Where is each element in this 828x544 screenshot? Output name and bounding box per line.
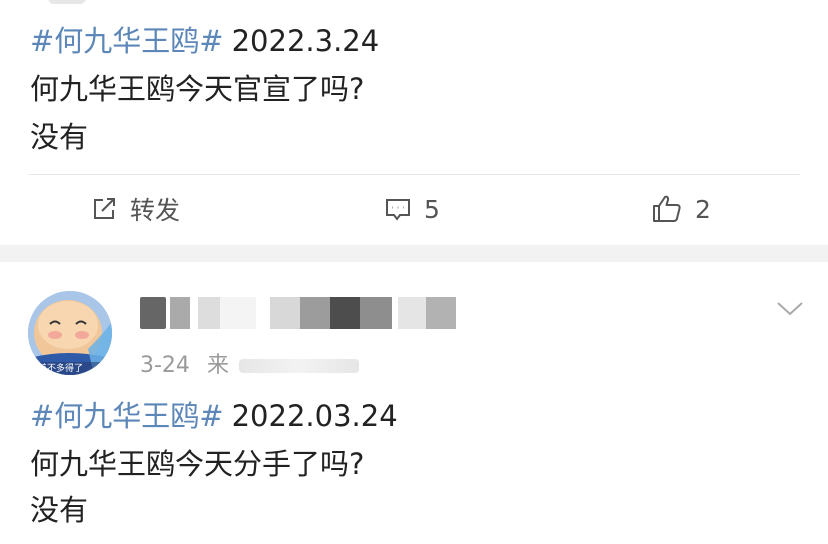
repost-button[interactable]: 转发 [90, 190, 180, 228]
post-date-text: 2022.03.24 [231, 399, 398, 433]
repost-icon [90, 195, 118, 223]
post-text-line-1: 何九华王鸥今天官宣了吗? [30, 72, 365, 106]
post-source-partial: 来 [206, 353, 229, 378]
post-hashtag-line: #何九华王鸥# 2022.03.24 [30, 398, 398, 434]
post-hashtag-line: #何九华王鸥# 2022.3.24 [30, 23, 379, 59]
post-card-2: 差不多得了 3-24 来 #何九华王鸥# 2022.03.24 何九华王鸥今天分手… [0, 262, 828, 544]
post-meta: 3-24 来 [140, 347, 359, 379]
post-text-line-1: 何九华王鸥今天分手了吗? [30, 447, 365, 481]
post-text-line-2: 没有 [30, 493, 89, 527]
comment-count: 5 [424, 194, 440, 224]
avatar-residue [48, 0, 86, 4]
like-button[interactable]: 2 [651, 190, 711, 228]
avatar[interactable]: 差不多得了 [28, 291, 112, 375]
post-time: 3-24 [140, 353, 190, 378]
like-count: 2 [695, 194, 711, 224]
post-text-line-2: 没有 [30, 120, 89, 154]
repost-label: 转发 [130, 196, 181, 225]
post-date-text: 2022.3.24 [231, 24, 380, 58]
like-icon [651, 194, 683, 224]
chevron-down-icon[interactable] [776, 300, 804, 322]
actions-divider [28, 174, 800, 175]
comment-button[interactable]: 5 [384, 190, 440, 228]
username-blurred[interactable] [140, 295, 456, 331]
hashtag-link[interactable]: #何九华王鸥# [30, 24, 224, 58]
avatar-caption: 差不多得了 [38, 364, 84, 374]
comment-icon [384, 195, 412, 223]
post-source-blurred [238, 359, 359, 373]
hashtag-link[interactable]: #何九华王鸥# [30, 399, 224, 433]
feed-separator [0, 245, 828, 262]
post-card-1: #何九华王鸥# 2022.3.24 何九华王鸥今天官宣了吗? 没有 转发 5 2 [0, 0, 828, 245]
